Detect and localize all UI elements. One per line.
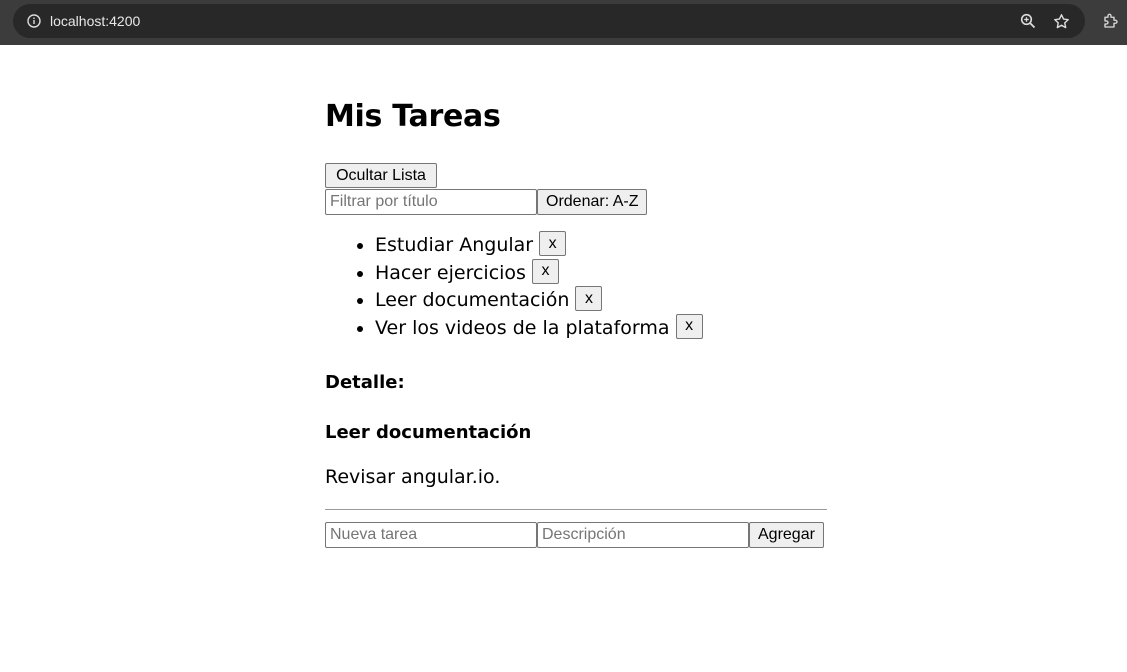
delete-task-button[interactable]: x <box>675 313 703 339</box>
page-title: Mis Tareas <box>325 99 501 134</box>
delete-task-button[interactable]: x <box>539 231 567 256</box>
task-title[interactable]: Leer documentación <box>375 289 569 311</box>
url-text[interactable]: localhost:4200 <box>50 12 140 30</box>
task-item[interactable]: Leer documentación x <box>375 286 703 315</box>
browser-toolbar: localhost:4200 <box>0 0 1127 45</box>
extensions-icon[interactable] <box>1100 10 1122 32</box>
tasks-app: Mis Tareas Ocultar Lista Ordenar: A-Z Es… <box>325 96 827 548</box>
filter-input[interactable] <box>325 189 537 215</box>
task-item[interactable]: Ver los videos de la plataforma x <box>375 313 703 343</box>
toggle-list-button[interactable]: Ocultar Lista <box>325 163 437 188</box>
detail-description: Revisar angular.io. <box>325 466 501 488</box>
task-list: Estudiar Angular x Hacer ejercicios x Le… <box>325 231 703 343</box>
add-task-form: Agregar <box>325 522 824 548</box>
zoom-icon[interactable] <box>1017 10 1039 32</box>
star-icon[interactable] <box>1050 10 1072 32</box>
divider <box>325 509 827 510</box>
new-task-description-input[interactable] <box>537 522 749 548</box>
add-task-button[interactable]: Agregar <box>749 522 824 548</box>
sort-button[interactable]: Ordenar: A-Z <box>537 189 648 215</box>
address-bar[interactable]: localhost:4200 <box>13 4 1085 38</box>
task-title[interactable]: Estudiar Angular <box>375 234 533 256</box>
detail-title: Leer documentación <box>325 422 532 443</box>
task-item[interactable]: Hacer ejercicios x <box>375 258 703 288</box>
filter-row: Ordenar: A-Z <box>325 189 648 215</box>
info-icon[interactable] <box>23 10 45 32</box>
task-title[interactable]: Hacer ejercicios <box>375 262 526 284</box>
detail-heading: Detalle: <box>325 372 405 393</box>
delete-task-button[interactable]: x <box>532 258 559 284</box>
delete-task-button[interactable]: x <box>575 286 603 311</box>
new-task-title-input[interactable] <box>325 522 537 548</box>
task-item[interactable]: Estudiar Angular x <box>375 231 703 260</box>
task-title[interactable]: Ver los videos de la plataforma <box>375 317 670 339</box>
